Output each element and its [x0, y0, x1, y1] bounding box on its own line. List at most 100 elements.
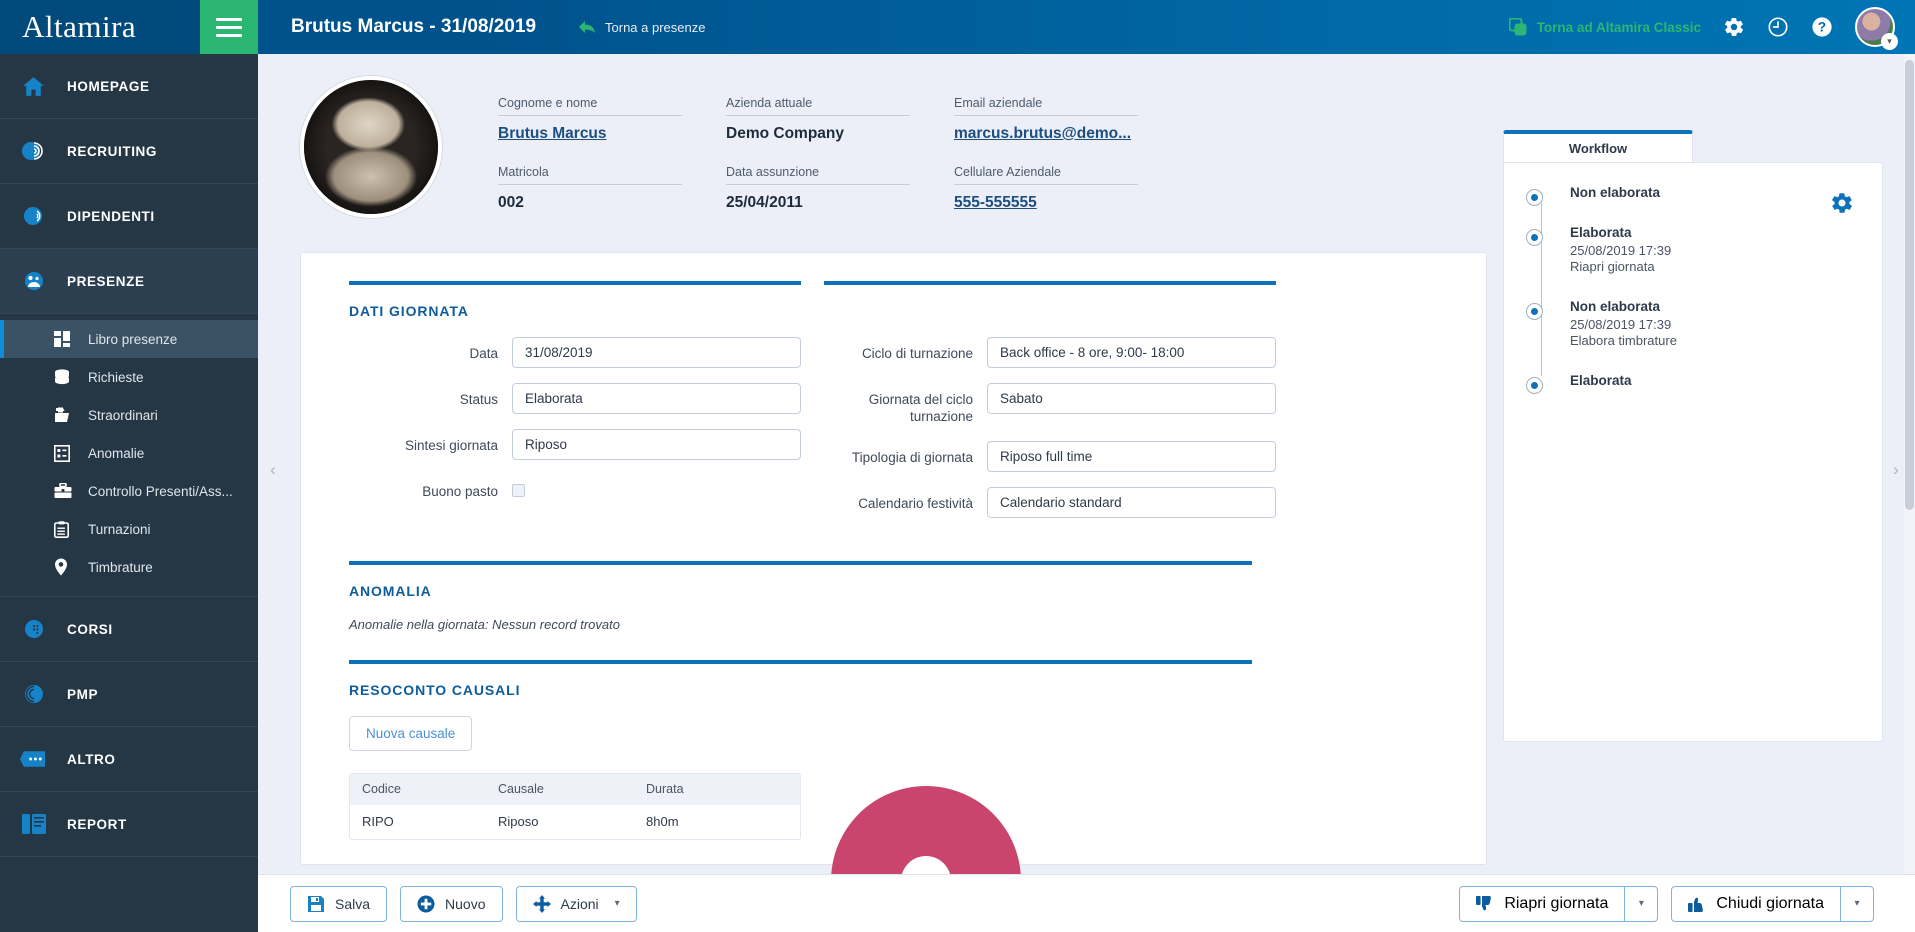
field-label: Cellulare Aziendale — [954, 165, 1138, 185]
actions-button[interactable]: Azioni ▾ — [515, 885, 637, 922]
clock-icon[interactable] — [1767, 16, 1789, 38]
input-data[interactable]: 31/08/2019 — [512, 337, 801, 368]
workflow-step-action: Elabora timbrature — [1570, 333, 1677, 348]
input-calendario-festivita[interactable]: Calendario standard — [987, 486, 1276, 518]
profile-column-2: Azienda attuale Demo Company Data assunz… — [726, 96, 910, 234]
workflow-step-action: Riapri giornata — [1570, 259, 1655, 274]
sidebar-item-recruiting[interactable]: RECRUITING — [0, 119, 258, 184]
input-sintesi-giornata[interactable]: Riposo — [512, 429, 801, 460]
new-button[interactable]: Nuovo — [400, 885, 503, 922]
sidebar: HOMEPAGE RECRUITING DIPENDENTI PRESENZE … — [0, 54, 258, 932]
resoconto-title: RESOCONTO CAUSALI — [349, 681, 521, 698]
back-to-attendance-link[interactable]: Torna a presenze — [578, 19, 705, 35]
close-day-split-button: Chiudi giornata ▾ — [1671, 885, 1874, 922]
list-icon — [54, 443, 76, 463]
plus-circle-icon — [417, 895, 435, 913]
pin-icon — [54, 557, 76, 577]
previous-record-arrow[interactable]: ‹ — [262, 455, 284, 485]
input-giornata-ciclo-turnazione[interactable]: Sabato — [987, 383, 1276, 414]
tab-workflow-label: Workflow — [1568, 140, 1628, 156]
reopen-day-dropdown[interactable]: ▾ — [1624, 885, 1659, 922]
nuova-causale-button[interactable]: Nuova causale — [349, 715, 473, 751]
top-bar: Altamira Brutus Marcus - 31/08/2019 Torn… — [0, 0, 1915, 54]
cell-codice: RIPO — [362, 814, 394, 830]
avatar[interactable]: ▾ — [1855, 7, 1898, 50]
row-calendario-festivita: Calendario festività Calendario standard — [824, 486, 1276, 518]
sidebar-item-pmp[interactable]: PMP — [0, 662, 258, 727]
sidebar-sublabel-richieste: Richieste — [88, 369, 144, 385]
workflow-step-status: Elaborata — [1570, 225, 1632, 240]
workflow-step: Elaborata 25/08/2019 17:39 Riapri giorna… — [1526, 225, 1860, 274]
label-buono-pasto: Buono pasto — [422, 484, 498, 499]
close-day-dropdown[interactable]: ▾ — [1840, 885, 1874, 922]
close-day-button[interactable]: Chiudi giornata — [1671, 885, 1840, 922]
svg-text:?: ? — [1818, 20, 1826, 35]
sidebar-sublabel-straordinari: Straordinari — [88, 407, 158, 423]
scrollbar-thumb[interactable] — [1905, 60, 1914, 510]
recruiting-icon — [20, 138, 47, 165]
sidebar-sublabel-timbrature: Timbrature — [88, 559, 153, 575]
grid-icon — [54, 329, 76, 349]
employees-icon — [20, 203, 47, 230]
sidebar-item-corsi[interactable]: CORSI — [0, 597, 258, 662]
workflow-step-status: Non elaborata — [1570, 299, 1661, 314]
column-header-causale: Causale — [498, 782, 544, 797]
sidebar-sublabel-libro-presenze: Libro presenze — [88, 331, 178, 347]
row-sintesi-giornata: Sintesi giornata Riposo — [349, 429, 801, 460]
sidebar-item-controllo-presenti[interactable]: Controllo Presenti/Ass... — [0, 472, 258, 510]
database-icon — [54, 367, 76, 387]
sidebar-item-straordinari[interactable]: Straordinari — [0, 396, 258, 434]
column-header-codice: Codice — [362, 782, 401, 797]
report-icon — [20, 811, 47, 838]
label-status: Status — [459, 392, 498, 407]
altamira-classic-link[interactable]: Torna ad Altamira Classic — [1508, 17, 1701, 37]
brand-logo[interactable]: Altamira — [0, 0, 200, 54]
sidebar-sublabel-anomalie: Anomalie — [88, 445, 145, 461]
section-divider-left — [349, 281, 801, 285]
label-calendario-festivita: Calendario festività — [858, 495, 973, 511]
sidebar-item-anomalie[interactable]: Anomalie — [0, 434, 258, 472]
profile-fields: Cognome e nome Brutus Marcus Matricola 0… — [498, 76, 1182, 234]
sidebar-item-report[interactable]: REPORT — [0, 792, 258, 857]
workflow-step: Non elaborata — [1526, 185, 1860, 206]
row-ciclo-turnazione: Ciclo di turnazione Back office - 8 ore,… — [824, 337, 1276, 368]
field-value-azienda-attuale: Demo Company — [726, 125, 844, 142]
workflow-step-dot — [1526, 229, 1543, 246]
field-value-cellulare-aziendale[interactable]: 555-555555 — [954, 185, 1138, 212]
help-icon[interactable]: ? — [1811, 16, 1833, 38]
courses-icon — [20, 616, 47, 643]
chevron-down-icon: ▾ — [614, 898, 620, 909]
attendance-icon — [20, 268, 47, 295]
input-ciclo-turnazione[interactable]: Back office - 8 ore, 9:00- 18:00 — [987, 337, 1276, 368]
sidebar-item-presenze[interactable]: PRESENZE — [0, 249, 258, 314]
actions-label: Azioni — [560, 895, 599, 912]
table-row[interactable]: RIPO Riposo 8h0m — [350, 804, 800, 839]
reopen-day-label: Riapri giornata — [1504, 894, 1609, 912]
sidebar-item-libro-presenze[interactable]: Libro presenze — [0, 320, 258, 358]
briefcase-icon — [54, 481, 76, 501]
employee-photo — [300, 76, 442, 218]
field-value-email-aziendale[interactable]: marcus.brutus@demo... — [954, 116, 1138, 143]
sidebar-item-turnazioni[interactable]: Turnazioni — [0, 510, 258, 548]
workflow-body: Non elaborata Elaborata 25/08/2019 17:39… — [1503, 162, 1883, 742]
new-label: Nuovo — [445, 895, 486, 912]
sidebar-item-timbrature[interactable]: Timbrature — [0, 548, 258, 586]
sidebar-item-altro[interactable]: ALTRO — [0, 727, 258, 792]
gear-icon[interactable] — [1723, 16, 1745, 38]
checkbox-buono-pasto[interactable] — [512, 484, 525, 497]
field-value-cognome-e-nome[interactable]: Brutus Marcus — [498, 116, 682, 143]
sidebar-item-richieste[interactable]: Richieste — [0, 358, 258, 396]
sidebar-label-report: REPORT — [67, 816, 127, 832]
save-button[interactable]: Salva — [290, 885, 388, 922]
tab-workflow[interactable]: Workflow — [1503, 130, 1693, 162]
sidebar-label-dipendenti: DIPENDENTI — [67, 208, 155, 224]
reopen-day-button[interactable]: Riapri giornata — [1459, 885, 1625, 922]
hamburger-icon[interactable] — [200, 0, 258, 54]
pmp-icon — [20, 681, 47, 708]
brand-text: Altamira — [22, 9, 137, 44]
input-status[interactable]: Elaborata — [512, 383, 801, 414]
sidebar-item-dipendenti[interactable]: DIPENDENTI — [0, 184, 258, 249]
other-icon — [20, 746, 47, 773]
sidebar-item-homepage[interactable]: HOMEPAGE — [0, 54, 258, 119]
input-tipologia-giornata[interactable]: Riposo full time — [987, 440, 1276, 472]
